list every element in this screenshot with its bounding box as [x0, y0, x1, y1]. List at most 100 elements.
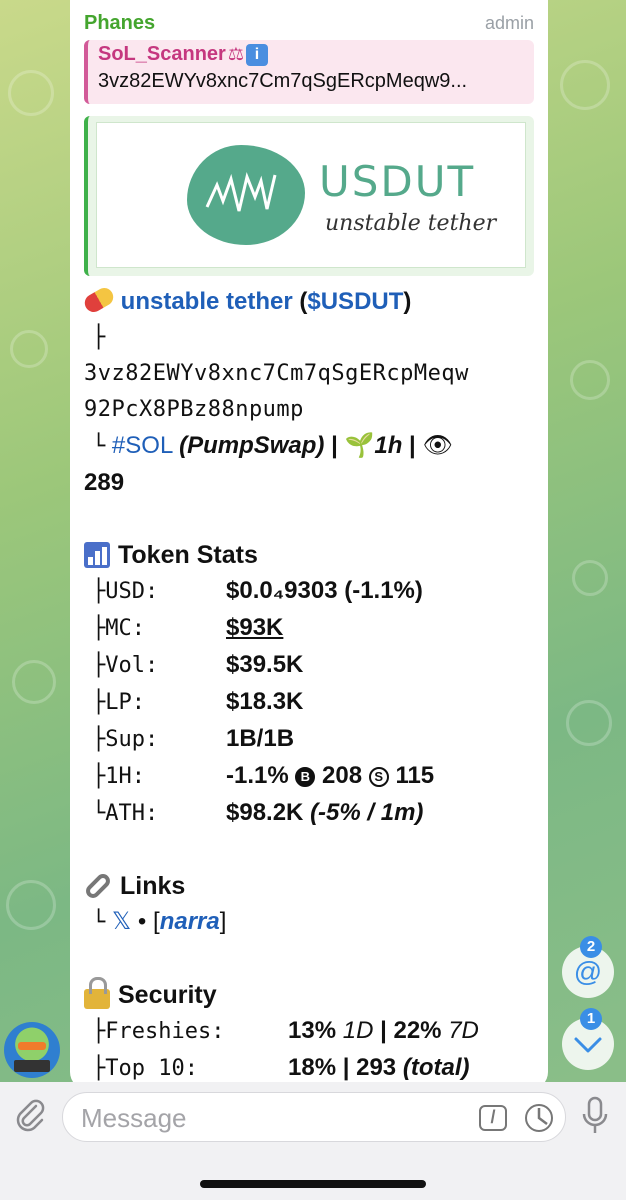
- separator: |: [373, 1017, 394, 1044]
- stat-label: ├USD:: [92, 579, 159, 604]
- sticker-button[interactable]: [525, 1104, 553, 1132]
- sticker-icon: [537, 1108, 548, 1125]
- message-body: unstable tether ($USDUT) ├ 3vz82EWYv8xnc…: [81, 284, 534, 1087]
- sender-role: admin: [484, 12, 534, 33]
- freshies-7d-pct: 22%: [393, 1017, 442, 1044]
- separator: |: [336, 1054, 357, 1081]
- chain-line: └ #SOL (PumpSwap) | 🌱1h | 👁: [84, 428, 534, 465]
- ticker-link[interactable]: $USDUT: [307, 288, 403, 315]
- ticker-open: (: [292, 288, 308, 315]
- preview-image: USDUT unstable tether: [96, 122, 526, 268]
- token-stats-title: Token Stats: [118, 541, 258, 569]
- scroll-down-button[interactable]: 1: [562, 1008, 614, 1070]
- contract-address-line-2[interactable]: 92PcX8PBz88npump: [84, 392, 534, 428]
- narra-link[interactable]: narra: [160, 908, 220, 935]
- security-value: 13% 1D | 22% 7D: [288, 1013, 479, 1049]
- usdut-logo-blob: [187, 145, 305, 245]
- separator: |: [324, 432, 345, 459]
- stat-row-ath: └ATH: $98.2K (-5% / 1m): [92, 795, 534, 832]
- reply-quote[interactable]: SoL_Scanner ⚖ i 3vz82EWYv8xnc7Cm7qSgERcp…: [84, 40, 534, 104]
- reply-author: SoL_Scanner ⚖ i: [98, 43, 526, 66]
- security-heading: Security: [84, 977, 534, 1013]
- sells-1h: 115: [395, 762, 435, 789]
- token-age: 1h: [374, 432, 403, 459]
- seedling-icon: 🌱: [344, 432, 375, 459]
- security-list: ├Freshies: 13% 1D | 22% 7D ├Top 10: 18% …: [84, 1013, 534, 1087]
- security-title: Security: [118, 981, 217, 1009]
- stat-label: ├Vol:: [92, 653, 159, 678]
- stat-row-usd: ├USD: $0.0₄9303 (-1.1%): [92, 573, 534, 610]
- holders-total: 293: [356, 1054, 397, 1081]
- freshies-1d-label: 1D: [342, 1017, 374, 1044]
- command-button[interactable]: /: [479, 1105, 507, 1131]
- reply-author-name: SoL_Scanner: [98, 43, 226, 65]
- logo-title: USDUT: [319, 157, 476, 206]
- branch-glyph: ├: [92, 325, 106, 350]
- freshies-1d-pct: 13%: [288, 1017, 337, 1044]
- logo-subtitle: unstable tether: [325, 211, 497, 236]
- view-count: 289: [84, 469, 125, 496]
- ath-change: (-5% / 1m): [310, 799, 424, 826]
- separator: |: [402, 432, 423, 459]
- sender-name[interactable]: Phanes: [84, 12, 155, 35]
- top10-pct: 18%: [288, 1054, 337, 1081]
- stat-row-lp: ├LP: $18.3K: [92, 684, 534, 721]
- token-title: unstable tether ($USDUT): [81, 284, 534, 320]
- attach-button[interactable]: [14, 1098, 48, 1132]
- message-input[interactable]: [81, 1101, 461, 1135]
- links-title: Links: [120, 872, 186, 900]
- chain-hashtag[interactable]: #SOL: [112, 432, 172, 459]
- paperclip-icon: [16, 1099, 45, 1132]
- holders-total-label: (total): [402, 1054, 470, 1081]
- token-stats-list: ├USD: $0.0₄9303 (-1.1%) ├MC: $93K ├Vol: $39…: [84, 573, 534, 832]
- stat-value: $18.3K: [226, 688, 304, 715]
- stat-label: └ATH:: [92, 801, 159, 826]
- lock-icon: [84, 977, 110, 1009]
- sender-avatar[interactable]: [4, 1022, 60, 1078]
- message-field[interactable]: /: [62, 1092, 566, 1142]
- change-1h: -1.1%: [226, 762, 289, 789]
- bracket-open: [: [153, 908, 160, 935]
- security-row-freshies: ├Freshies: 13% 1D | 22% 7D: [92, 1013, 534, 1050]
- mc-link[interactable]: $93K: [226, 610, 283, 646]
- link-separator: •: [131, 908, 154, 935]
- message-header: Phanes admin: [84, 0, 534, 40]
- security-label: ├Freshies:: [92, 1019, 225, 1044]
- token-name-link[interactable]: unstable tether: [121, 288, 293, 315]
- leaf-glyph: └: [92, 434, 106, 459]
- x-link[interactable]: 𝕏: [112, 908, 131, 935]
- unread-badge: 1: [580, 1008, 602, 1030]
- security-value: 18% | 293 (total): [288, 1050, 469, 1086]
- ticker-close: ): [403, 288, 412, 315]
- dex-name: (PumpSwap): [179, 432, 325, 459]
- mentions-button[interactable]: 2 @: [562, 936, 614, 998]
- scales-icon: ⚖: [227, 44, 244, 64]
- stat-row-1h: ├1H: -1.1% B 208 S 115: [92, 758, 534, 795]
- links-line: └ 𝕏 • [narra]: [84, 904, 534, 941]
- avatar-laptop: [14, 1060, 50, 1072]
- chevron-down-icon: [574, 1037, 602, 1053]
- at-icon: @: [573, 956, 603, 987]
- link-icon: [83, 871, 113, 901]
- links-heading: Links: [83, 868, 534, 904]
- stat-label: ├1H:: [92, 764, 145, 789]
- stat-value: $98.2K (-5% / 1m): [226, 795, 423, 831]
- reply-text: 3vz82EWYv8xnc7Cm7qSgERcpMeqw9...: [98, 70, 468, 92]
- stat-row-vol: ├Vol: $39.5K: [92, 647, 534, 684]
- stat-label: ├LP:: [92, 690, 145, 715]
- mentions-badge: 2: [580, 936, 602, 958]
- stat-row-sup: ├Sup: 1B/1B: [92, 721, 534, 758]
- contract-address-line-1[interactable]: 3vz82EWYv8xnc7Cm7qSgERcpMeqw: [84, 356, 534, 392]
- pill-icon: [81, 284, 117, 316]
- microphone-button[interactable]: [580, 1096, 610, 1136]
- stat-value: -1.1% B 208 S 115: [226, 758, 434, 794]
- stat-value: $0.0₄9303 (-1.1%): [226, 577, 423, 604]
- home-indicator: [200, 1180, 426, 1188]
- composer-bar: /: [0, 1082, 626, 1200]
- buys-1h: 208: [322, 762, 363, 789]
- link-preview[interactable]: USDUT unstable tether: [84, 116, 534, 276]
- token-stats-heading: Token Stats: [84, 537, 534, 573]
- stat-label: ├Sup:: [92, 727, 159, 752]
- freshies-7d-label: 7D: [448, 1017, 479, 1044]
- message-bubble[interactable]: Phanes admin SoL_Scanner ⚖ i 3vz82EWYv8x…: [70, 0, 548, 1090]
